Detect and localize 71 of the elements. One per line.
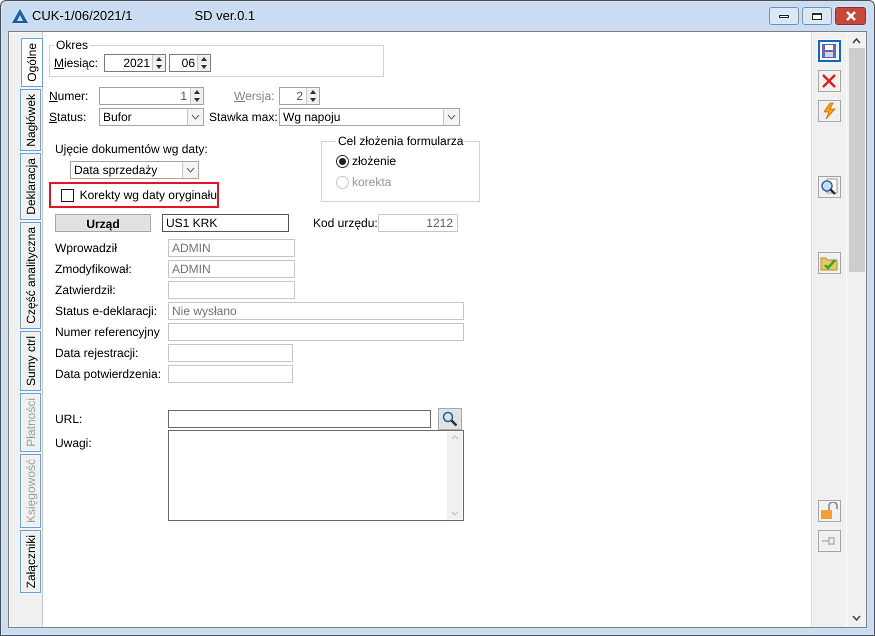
rate-dropdown[interactable]: Wg napoju (279, 108, 460, 126)
field-label: Data potwierdzenia: (55, 366, 162, 383)
close-icon (821, 73, 837, 89)
side-tab[interactable]: Część analityczna (20, 222, 41, 329)
group-title: Cel złożenia formularza (337, 133, 464, 150)
pin-icon (821, 535, 837, 547)
corrections-checkbox[interactable]: Korekty wg daty oryginału (49, 182, 219, 208)
url-field[interactable] (168, 410, 431, 428)
radio-option[interactable]: złożenie (336, 151, 466, 171)
field-label: Stawka max: (209, 109, 279, 126)
field-label: Wprowadził (55, 240, 118, 257)
folder-check-icon (820, 255, 838, 271)
group-title: Okres (55, 37, 90, 54)
spin-buttons[interactable] (197, 55, 210, 71)
save-icon (821, 43, 837, 59)
scroll-up-icon (451, 435, 459, 440)
number-spinner[interactable]: 1 (99, 87, 204, 105)
scroll-down-icon (451, 511, 459, 516)
search-icon (442, 411, 458, 427)
office-field[interactable]: US1 KRK (162, 214, 289, 232)
field-label: Wersja: (234, 88, 276, 105)
field-label: URL: (55, 411, 84, 428)
search-document-icon (820, 178, 838, 196)
side-tab[interactable]: Deklaracja (20, 153, 41, 220)
field-label: Kod urzędu: (313, 215, 378, 232)
field-label: Numer: (49, 88, 90, 105)
side-tab[interactable]: Nagłówek (20, 88, 41, 152)
scrollbar[interactable] (846, 32, 866, 627)
office-button[interactable]: Urząd (55, 214, 151, 232)
year-spinner[interactable]: 2021 (104, 54, 166, 72)
spin-buttons[interactable] (306, 88, 319, 104)
side-tab[interactable]: Sumy ctrl (20, 330, 41, 391)
field-label: Uwagi: (55, 435, 93, 452)
padlock-icon (820, 502, 838, 520)
spin-buttons[interactable] (152, 55, 166, 71)
field-label: Zmodyfikował: (55, 261, 133, 278)
field-label: Numer referencyjny (55, 324, 161, 341)
field-label: Status: (49, 109, 88, 126)
notes-textarea[interactable] (168, 430, 464, 521)
text-field[interactable]: ADMIN (168, 260, 295, 278)
field-label: Status e-deklaracji: (55, 303, 158, 320)
side-tab[interactable]: Załączniki (20, 530, 41, 593)
close-button[interactable] (835, 7, 866, 25)
window-title: CUK-1/06/2021/1 (32, 7, 132, 26)
status-dropdown[interactable]: Bufor (99, 108, 204, 126)
text-field[interactable]: ADMIN (168, 239, 295, 257)
text-field[interactable] (168, 281, 295, 299)
scroll-up-icon (852, 38, 861, 44)
toolbar-button[interactable] (818, 176, 840, 198)
search-button[interactable] (438, 408, 462, 430)
date-basis-dropdown[interactable]: Data sprzedaży (70, 161, 199, 179)
text-field[interactable] (168, 344, 293, 362)
lightning-icon (821, 102, 837, 120)
field-label: Data rejestracji: (55, 345, 140, 362)
scrollbar[interactable] (447, 431, 463, 520)
field-label: Miesiąc: (54, 55, 98, 72)
field-label: Zatwierdził: (55, 282, 117, 299)
close-icon (844, 11, 856, 21)
spin-buttons[interactable] (190, 88, 203, 104)
window-subtitle: SD ver.0.1 (194, 7, 256, 26)
app-logo-icon (11, 8, 29, 24)
field-label: Ujęcie dokumentów wg daty: (55, 141, 209, 158)
month-spinner[interactable]: 06 (169, 54, 212, 72)
office-code-field: 1212 (378, 214, 458, 232)
text-field[interactable]: Nie wysłano (168, 302, 464, 320)
text-field[interactable] (168, 365, 293, 383)
maximize-button[interactable] (802, 7, 832, 25)
scroll-down-icon (852, 615, 861, 621)
minimize-button[interactable] (769, 7, 799, 25)
text-field[interactable] (168, 323, 464, 341)
side-tab[interactable]: Ogólne (21, 38, 43, 87)
